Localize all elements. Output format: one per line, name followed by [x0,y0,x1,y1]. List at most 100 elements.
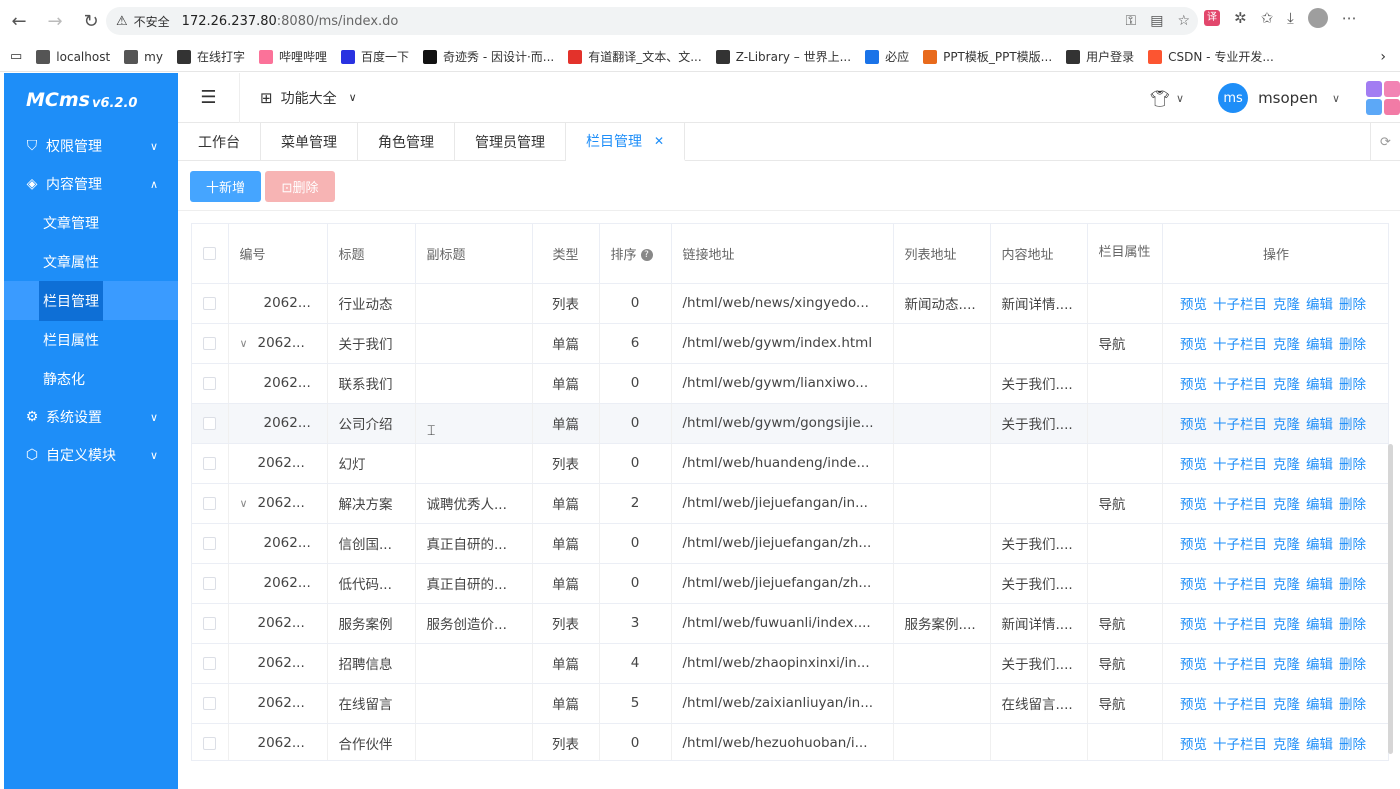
add-child-link[interactable]: 十子栏目 [1213,377,1267,393]
row-checkbox[interactable] [192,603,229,644]
row-checkbox[interactable] [192,363,229,404]
table-row[interactable]: 2062... 幻灯 列表 0/html/web/huandeng/inde... 预览… [192,443,1388,484]
expand-chevron-icon[interactable]: ∨ [240,497,254,510]
add-child-link[interactable]: 十子栏目 [1213,537,1267,553]
close-icon[interactable]: ✕ [654,134,664,148]
tab-0[interactable]: 工作台 [178,123,261,161]
add-child-link[interactable]: 十子栏目 [1213,697,1267,713]
add-child-link[interactable]: 十子栏目 [1213,297,1267,313]
row-checkbox[interactable] [192,443,229,484]
row-checkbox[interactable] [192,523,229,564]
edit-link[interactable]: 编辑 [1306,737,1333,753]
delete-link[interactable]: 删除 [1339,457,1366,473]
theme-shirt-icon[interactable]: 👕︎ [1150,89,1170,108]
row-checkbox[interactable] [192,643,229,684]
functions-menu[interactable]: ⊞ 功能大全 ∨ [260,88,357,108]
add-child-link[interactable]: 十子栏目 [1213,657,1267,673]
table-row[interactable]: 2062... 在线留言 单篇 5/html/web/zaixianliuyan/in… [192,683,1388,724]
table-row[interactable]: 2062... 信创国... 真正自研的... 单篇 0/html/web/jiejue… [192,523,1388,564]
delete-link[interactable]: 删除 [1339,537,1366,553]
clone-link[interactable]: 克隆 [1273,657,1300,673]
delete-button[interactable]: ⊡删除 [265,171,335,202]
row-checkbox[interactable] [192,323,229,364]
back-icon[interactable]: ← [2,4,36,38]
table-row[interactable]: ∨ 2062... 解决方案 诚聘优秀人... 单篇 2/html/web/jiejuef… [192,483,1388,524]
preview-link[interactable]: 预览 [1180,697,1207,713]
forward-icon[interactable]: → [38,4,72,38]
help-icon[interactable]: ? [640,249,653,262]
clone-link[interactable]: 克隆 [1273,537,1300,553]
delete-link[interactable]: 删除 [1339,617,1366,633]
table-row[interactable]: 2062... 联系我们 单篇 0/html/web/gywm/lianxiwo...… [192,363,1388,404]
table-row[interactable]: 2062... 招聘信息 单篇 4/html/web/zhaopinxinxi/in.… [192,643,1388,684]
clone-link[interactable]: 克隆 [1273,697,1300,713]
bookmark-item[interactable]: 有道翻译_文本、文... [568,48,702,65]
favorite-star-icon[interactable]: ☆ [1177,13,1190,29]
sidebar-item-0[interactable]: ⛉ 权限管理 ∨ [4,127,178,165]
add-child-link[interactable]: 十子栏目 [1213,737,1267,753]
table-row[interactable]: 2062... 行业动态 列表 0/html/web/news/xingyedo...… [192,283,1388,324]
table-row[interactable]: ∨ 2062... 关于我们 单篇 6/html/web/gywm/index.html… [192,323,1388,364]
edit-link[interactable]: 编辑 [1306,337,1333,353]
add-child-link[interactable]: 十子栏目 [1213,457,1267,473]
reader-icon[interactable]: ▤ [1150,13,1163,29]
tablet-icon[interactable]: ▭ [10,49,22,64]
favorites-icon[interactable]: ✩ [1261,9,1274,27]
avatar[interactable]: ms [1218,83,1249,113]
add-child-link[interactable]: 十子栏目 [1213,617,1267,633]
table-row[interactable]: 2062... 服务案例 服务创造价... 列表 3/html/web/fuwuanli… [192,603,1388,644]
add-child-link[interactable]: 十子栏目 [1213,577,1267,593]
sidebar-subitem[interactable]: 栏目属性 [4,320,178,359]
delete-link[interactable]: 删除 [1339,697,1366,713]
table-row[interactable]: 2062... 合作伙伴 列表 0/html/web/hezuohuoban/i...… [192,723,1388,760]
preview-link[interactable]: 预览 [1180,737,1207,753]
edit-link[interactable]: 编辑 [1306,697,1333,713]
sidebar-subitem[interactable]: 栏目管理 [4,280,178,321]
preview-link[interactable]: 预览 [1180,537,1207,553]
preview-link[interactable]: 预览 [1180,657,1207,673]
clone-link[interactable]: 克隆 [1273,577,1300,593]
preview-link[interactable]: 预览 [1180,617,1207,633]
edit-link[interactable]: 编辑 [1306,377,1333,393]
app-logo[interactable]: MCms v6.2.0 [4,73,178,127]
table-scrollbar[interactable] [1388,444,1393,754]
chevron-down-icon[interactable]: ∨ [1332,92,1340,105]
bookmark-item[interactable]: Z-Library – 世界上... [715,48,851,65]
edit-link[interactable]: 编辑 [1306,417,1333,433]
sidebar-item-2[interactable]: ⚙ 系统设置 ∨ [4,398,178,436]
preview-link[interactable]: 预览 [1180,417,1207,433]
delete-link[interactable]: 删除 [1339,337,1366,353]
tab-1[interactable]: 菜单管理 [261,123,358,161]
clone-link[interactable]: 克隆 [1273,417,1300,433]
tab-4[interactable]: 栏目管理 ✕ [566,123,686,161]
tab-3[interactable]: 管理员管理 [455,123,566,161]
preview-link[interactable]: 预览 [1180,577,1207,593]
delete-link[interactable]: 删除 [1339,497,1366,513]
delete-link[interactable]: 删除 [1339,297,1366,313]
clone-link[interactable]: 克隆 [1273,737,1300,753]
edit-link[interactable]: 编辑 [1306,577,1333,593]
clone-link[interactable]: 克隆 [1273,337,1300,353]
hamburger-icon[interactable]: ☰ [178,72,240,123]
address-bar[interactable]: ⚠ 不安全 172.26.237.80:8080/ms/index.do ⚿ ▤… [106,7,1198,35]
more-icon[interactable]: ⋯ [1342,9,1357,27]
bookmark-item[interactable]: 在线打字 [176,48,245,65]
chevron-down-icon[interactable]: ∨ [1176,92,1184,105]
clone-link[interactable]: 克隆 [1273,457,1300,473]
delete-link[interactable]: 删除 [1339,577,1366,593]
edit-link[interactable]: 编辑 [1306,457,1333,473]
edit-link[interactable]: 编辑 [1306,297,1333,313]
download-icon[interactable]: ⤓ [1287,9,1294,27]
preview-link[interactable]: 预览 [1180,337,1207,353]
preview-link[interactable]: 预览 [1180,377,1207,393]
sidebar-subitem[interactable]: 文章管理 [4,203,178,242]
row-checkbox[interactable] [192,563,229,604]
delete-link[interactable]: 删除 [1339,737,1366,753]
delete-link[interactable]: 删除 [1339,417,1366,433]
delete-link[interactable]: 删除 [1339,657,1366,673]
preview-link[interactable]: 预览 [1180,497,1207,513]
profile-avatar[interactable] [1307,8,1328,28]
sidebar-subitem[interactable]: 文章属性 [4,242,178,281]
table-row[interactable]: 2062... 公司介绍 单篇 0/html/web/gywm/gongsijie..… [192,403,1388,444]
username[interactable]: msopen [1258,89,1318,107]
